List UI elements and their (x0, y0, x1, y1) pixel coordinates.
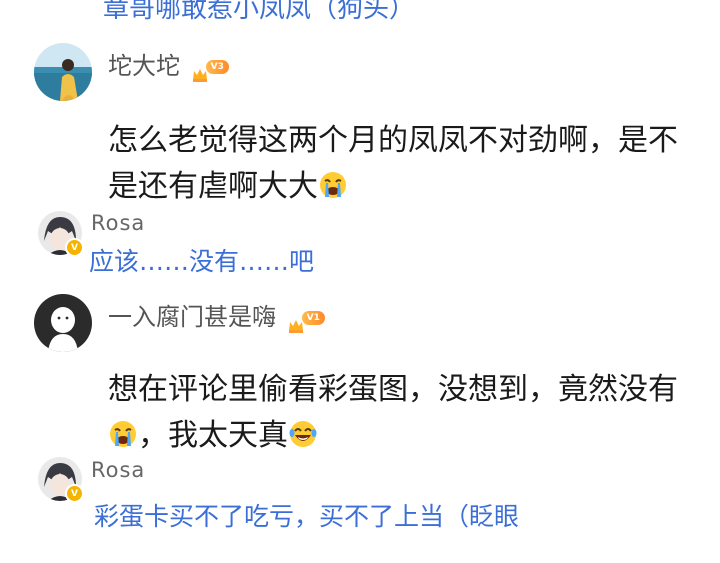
comment-username[interactable]: 一入腐门甚是嗨 (108, 303, 276, 331)
v-badge-icon: V (65, 238, 84, 257)
comment-username[interactable]: 坨大坨 (108, 52, 180, 80)
crying-face-icon (108, 417, 138, 447)
commenter-avatar[interactable] (34, 294, 92, 352)
vip-level: V1 (301, 311, 325, 325)
reply-username[interactable]: Rosa (91, 211, 145, 235)
vip-badge: V1 (288, 311, 325, 333)
reply-username[interactable]: Rosa (91, 458, 145, 482)
crying-face-icon (318, 168, 348, 198)
commenter-avatar[interactable] (34, 43, 92, 101)
crown-icon (288, 311, 304, 333)
crown-icon (192, 60, 208, 82)
comment-text: 想在评论里偷看彩蛋图，没想到，竟然没有 ，我太天真 (108, 372, 678, 453)
laughing-tears-icon (288, 417, 318, 447)
v-badge-icon: V (65, 484, 84, 503)
comment-username-row: 一入腐门甚是嗨 V1 (108, 297, 325, 333)
comment-username-row: 坨大坨 V3 (108, 46, 229, 82)
comment-text: 怎么老觉得这两个月的凤凤不对劲啊，是不是还有虐啊大大 (108, 123, 678, 204)
vip-level: V3 (205, 60, 229, 74)
previous-reply-text: 章哥哪敢惹小凤凤（狗头） (103, 0, 416, 24)
reply-text: 应该……没有……吧 (89, 247, 315, 276)
vip-badge: V3 (192, 60, 229, 82)
reply-text: 彩蛋卡买不了吃亏，买不了上当（眨眼 (94, 502, 520, 531)
